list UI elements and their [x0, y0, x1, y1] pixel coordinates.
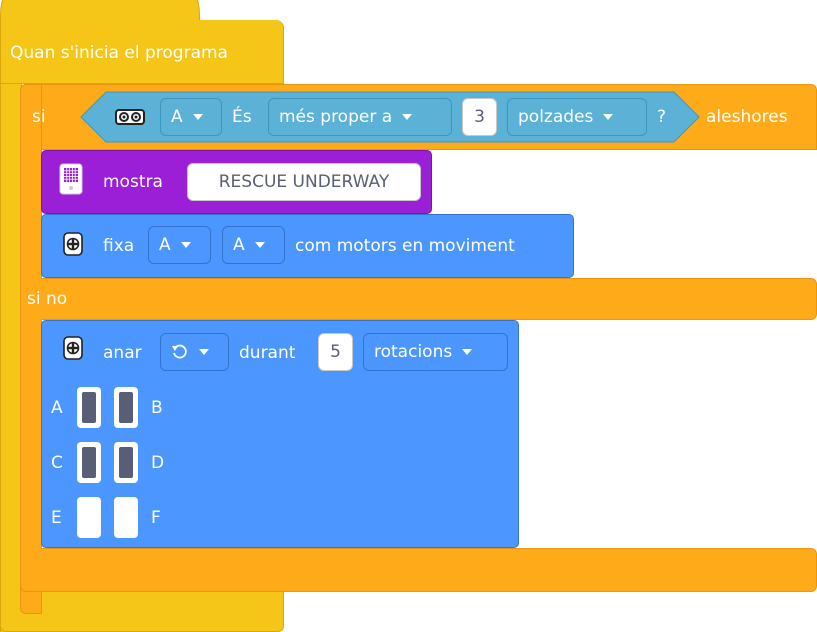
chevron-down-icon: [192, 114, 203, 120]
port-active-mark: [82, 392, 96, 423]
port-active-mark: [119, 447, 133, 478]
distance-unit-dropdown[interactable]: polzades: [507, 98, 647, 136]
display-text-input[interactable]: RESCUE UNDERWAY: [187, 163, 421, 201]
chevron-down-icon: [180, 242, 191, 248]
motor-port-left-value: A: [159, 235, 171, 255]
sensor-port-value: A: [171, 107, 183, 127]
comparison-dropdown[interactable]: més proper a: [268, 98, 452, 136]
motor-pair-icon: [63, 336, 83, 360]
port-label-b: B: [151, 398, 163, 418]
port-label-d: D: [151, 453, 165, 473]
display-label: mostra: [103, 172, 163, 192]
rotation-amount-input[interactable]: 5: [318, 333, 353, 371]
port-toggle-d[interactable]: [114, 442, 138, 483]
light-matrix-icon: [59, 163, 83, 195]
port-label-f: F: [151, 508, 161, 528]
port-toggle-f[interactable]: [114, 497, 138, 538]
else-bar: [20, 278, 817, 320]
port-label-c: C: [51, 453, 63, 473]
is-label: És: [232, 107, 252, 127]
rotation-unit-value: rotacions: [374, 342, 453, 362]
then-label: aleshores: [706, 107, 788, 127]
if-block-join-top: [21, 140, 41, 290]
comparison-value: més proper a: [279, 107, 393, 127]
else-label: si no: [27, 289, 68, 309]
port-label-a: A: [51, 398, 63, 418]
rotate-ccw-icon: [171, 343, 189, 361]
port-active-mark: [82, 447, 96, 478]
hat-block-stack-spine: [0, 84, 22, 632]
port-label-e: E: [51, 508, 62, 528]
if-block-join-bottom: [21, 300, 41, 560]
chevron-down-icon: [254, 242, 265, 248]
sensor-port-dropdown[interactable]: A: [160, 98, 222, 136]
if-label: si: [32, 107, 46, 127]
question-mark: ?: [657, 107, 667, 127]
distance-sensor-icon: [115, 108, 145, 126]
motor-port-left-dropdown[interactable]: A: [148, 226, 211, 264]
distance-value-input[interactable]: 3: [462, 98, 497, 136]
chevron-down-icon: [462, 349, 473, 355]
during-label: durant: [239, 343, 296, 363]
rotation-unit-dropdown[interactable]: rotacions: [363, 333, 508, 371]
set-motor-suffix: com motors en moviment: [295, 236, 515, 256]
motor-pair-icon: [63, 232, 83, 256]
chevron-down-icon: [402, 114, 413, 120]
set-motor-label: fixa: [103, 236, 135, 256]
port-active-mark: [119, 392, 133, 423]
move-label: anar: [103, 343, 142, 363]
port-toggle-e[interactable]: [77, 497, 101, 538]
if-block-bottom: [20, 548, 817, 592]
hat-block-label: Quan s'inicia el programa: [10, 43, 228, 63]
direction-dropdown[interactable]: [160, 333, 229, 371]
hat-block-tail: [0, 591, 284, 632]
distance-unit-value: polzades: [518, 107, 594, 127]
port-toggle-a[interactable]: [77, 387, 101, 428]
motor-port-right-dropdown[interactable]: A: [222, 226, 285, 264]
port-toggle-c[interactable]: [77, 442, 101, 483]
chevron-down-icon: [199, 349, 209, 355]
motor-port-right-value: A: [233, 235, 245, 255]
port-toggle-b[interactable]: [114, 387, 138, 428]
chevron-down-icon: [603, 114, 614, 120]
